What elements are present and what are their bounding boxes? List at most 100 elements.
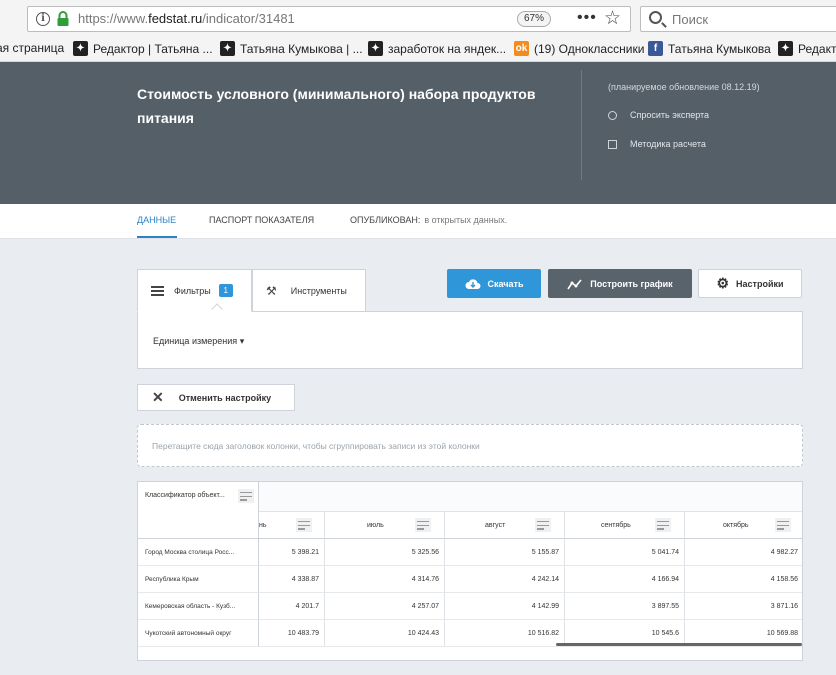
document-icon [608,139,617,149]
column-menu-icon [657,521,669,531]
url-text[interactable]: https://www.fedstat.ru/indicator/31481 [78,11,295,26]
column-header-label: нь [259,522,267,529]
sparkle-icon: ✦ [73,41,88,56]
column-menu-button[interactable] [655,518,671,532]
column-menu-button[interactable] [775,518,791,532]
column-header-label: октябрь [723,522,749,529]
tab-data[interactable]: ДАННЫЕ [137,215,176,225]
line-chart-icon [567,278,582,289]
table-cell: 3 871.16 [685,593,802,620]
reset-settings-button[interactable]: ✕ Отменить настройку [137,384,295,411]
tools-label: Инструменты [290,285,347,296]
ask-expert-link[interactable]: Спросить эксперта [608,110,709,120]
column-menu-icon [537,521,549,531]
more-actions-icon[interactable]: ••• [577,9,597,27]
search-input[interactable]: Поиск [640,6,836,32]
filters-icon [151,285,164,296]
cloud-download-icon [465,278,481,289]
row-label: Город Москва столица Росс... [138,539,259,566]
table-cell: 4 201.7 [259,593,325,620]
published-label: ОПУБЛИКОВАН: [350,215,421,225]
download-label: Скачать [487,278,524,289]
published-value: в открытых данных. [424,215,508,225]
table-cell: 5 041.74 [565,539,685,566]
filters-tab[interactable]: Фильтры 1 [137,269,252,312]
filters-label: Фильтры [174,285,211,296]
build-chart-button[interactable]: Построить график [548,269,692,298]
table-cell: 10 516.82 [445,620,565,647]
facebook-icon: f [648,41,663,56]
methodology-label: Методика расчета [630,139,706,149]
bookmark-item[interactable]: ✦ Редакт [778,41,836,56]
bookmark-item[interactable]: ая страница [0,41,64,55]
tools-tab[interactable]: ⚒ Инструменты [252,269,366,312]
column-menu-button[interactable] [535,518,551,532]
table-cell: 5 398.21 [259,539,325,566]
group-drop-zone[interactable]: Перетащите сюда заголовок колонки, чтобы… [137,424,803,467]
table-cell: 4 314.76 [325,566,445,593]
column-menu-icon [417,521,429,531]
search-placeholder: Поиск [672,12,709,27]
column-menu-button[interactable] [415,518,431,532]
classifier-header-label: Классификатор объект... [145,492,225,499]
ask-expert-label: Спросить эксперта [630,110,710,120]
wrench-icon: ⚒ [266,283,277,298]
bookmark-item[interactable]: ✦ Редактор | Татьяна ... [73,41,213,56]
row-label: Республика Крым [138,566,259,593]
column-menu-icon [240,492,252,502]
tab-published[interactable]: ОПУБЛИКОВАН: в открытых данных. [350,215,507,225]
unit-filter-label: Единица измерения [153,336,238,346]
download-button[interactable]: Скачать [447,269,541,298]
active-tab-indicator [137,236,177,238]
period-group-header [259,482,802,512]
bookmark-item[interactable]: ✦ заработок на яндек... [368,41,506,56]
methodology-link[interactable]: Методика расчета [608,139,706,149]
table-cell: 5 155.87 [445,539,565,566]
column-menu-button[interactable] [296,518,312,532]
unit-filter-dropdown[interactable]: Единица измерения ▾ [153,336,244,347]
tab-passport[interactable]: ПАСПОРТ ПОКАЗАТЕЛЯ [209,215,314,225]
close-icon: ✕ [152,389,164,405]
reset-label: Отменить настройку [178,392,272,403]
sparkle-icon: ✦ [220,41,235,56]
table-cell: 4 338.87 [259,566,325,593]
odnoklassniki-icon: ok [514,41,529,56]
gear-icon: ⚙ [716,275,730,291]
column-header[interactable]: июль [325,512,445,539]
column-header[interactable]: нь [259,512,325,539]
column-menu-icon [777,521,789,531]
column-menu-button[interactable] [238,489,254,503]
header-divider [581,70,582,180]
row-label: Чукотский автономный округ [138,620,259,647]
table-cell: 3 897.55 [565,593,685,620]
build-chart-label: Построить график [590,278,673,289]
table-cell: 10 483.79 [259,620,325,647]
column-menu-icon [298,521,310,531]
bookmark-item[interactable]: ✦ Татьяна Кумыкова | ... [220,41,363,56]
indicator-header: Стоимость условного (минимального) набор… [0,62,836,204]
tabs-strip: ДАННЫЕ ПАСПОРТ ПОКАЗАТЕЛЯ ОПУБЛИКОВАН: в … [0,204,836,239]
settings-label: Настройки [736,278,784,289]
zoom-badge[interactable]: 67% [517,11,552,27]
bookmark-item[interactable]: ok (19) Одноклассники [514,41,644,56]
browser-toolbar: i https://www.fedstat.ru/indicator/31481… [0,0,836,38]
update-note: (планируемое обновление 08.12.19) [608,82,760,92]
address-bar[interactable]: i https://www.fedstat.ru/indicator/31481… [27,6,631,32]
classifier-column-header[interactable]: Классификатор объект... [138,482,259,539]
table-cell: 4 158.56 [685,566,802,593]
data-grid: Классификатор объект... нь июль август с… [137,481,803,661]
info-icon[interactable]: i [36,12,50,26]
row-label: Кемеровская область - Кузб... [138,593,259,620]
column-header[interactable]: сентябрь [565,512,685,539]
column-header-label: август [485,522,506,529]
column-header[interactable]: октябрь [685,512,802,539]
column-header[interactable]: август [445,512,565,539]
bookmark-star-icon[interactable]: ☆ [604,7,621,30]
table-cell: 4 242.14 [445,566,565,593]
settings-button[interactable]: ⚙ Настройки [698,269,802,298]
horizontal-scrollbar[interactable] [556,643,802,646]
bookmark-item[interactable]: f Татьяна Кумыкова [648,41,771,56]
table-cell: 4 166.94 [565,566,685,593]
filter-panel: Единица измерения ▾ [137,311,803,369]
table-cell: 10 424.43 [325,620,445,647]
